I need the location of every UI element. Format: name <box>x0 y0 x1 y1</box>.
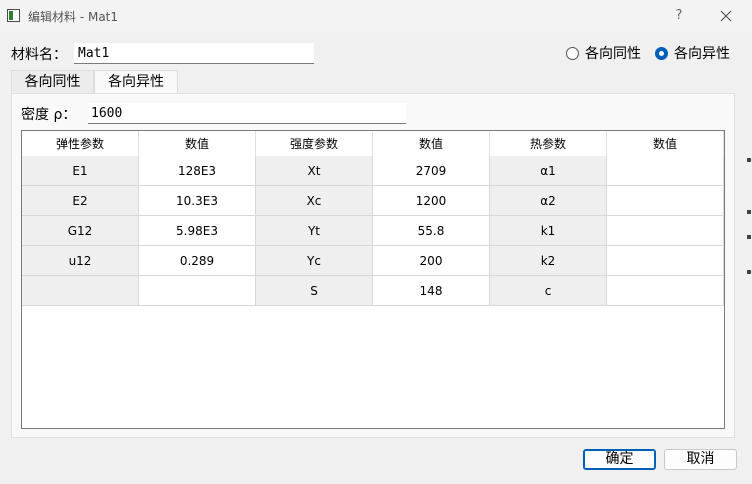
radio-circle[interactable] <box>566 46 579 60</box>
param-name-cell[interactable] <box>22 276 139 306</box>
param-name-cell[interactable]: Xt <box>256 156 373 186</box>
param-value-cell[interactable]: 2709 <box>373 156 490 186</box>
param-name-cell[interactable]: E1 <box>22 156 139 186</box>
radio-label: 各向同性 <box>585 46 641 62</box>
param-name-cell[interactable]: S <box>256 276 373 306</box>
close-icon <box>720 10 732 22</box>
param-name-cell[interactable]: α2 <box>490 186 607 216</box>
param-name-cell[interactable]: u12 <box>22 246 139 276</box>
radio-isotropic[interactable]: 各向同性 <box>566 44 641 62</box>
param-value-cell[interactable] <box>139 276 256 306</box>
param-name-cell[interactable]: c <box>490 276 607 306</box>
edge-marker <box>747 270 751 274</box>
column-header[interactable]: 强度参数 <box>256 131 373 157</box>
param-value-cell[interactable]: 200 <box>373 246 490 276</box>
param-value-cell[interactable] <box>607 246 724 276</box>
column-header[interactable]: 弹性参数 <box>22 131 139 157</box>
tab-anisotropic[interactable]: 各向异性 <box>94 70 178 94</box>
density-input[interactable] <box>88 103 406 124</box>
material-name-input[interactable] <box>74 43 314 64</box>
radio-circle[interactable] <box>655 46 668 60</box>
param-value-cell[interactable]: 10.3E3 <box>139 186 256 216</box>
param-name-cell[interactable]: Yt <box>256 216 373 246</box>
density-label: 密度 ρ： <box>21 107 77 123</box>
param-value-cell[interactable]: 128E3 <box>139 156 256 186</box>
column-header[interactable]: 数值 <box>139 131 256 157</box>
param-name-cell[interactable]: k2 <box>490 246 607 276</box>
param-value-cell[interactable]: 148 <box>373 276 490 306</box>
param-value-cell[interactable]: 5.98E3 <box>139 216 256 246</box>
column-header[interactable]: 热参数 <box>490 131 607 157</box>
param-name-cell[interactable]: Xc <box>256 186 373 216</box>
param-value-cell[interactable] <box>607 216 724 246</box>
ok-button[interactable]: 确定 <box>583 449 656 470</box>
tab-isotropic[interactable]: 各向同性 <box>11 70 94 93</box>
cancel-button[interactable]: 取消 <box>664 449 737 470</box>
title-bar: 编辑材料 - Mat1 ? <box>0 0 752 32</box>
param-value-cell[interactable]: 0.289 <box>139 246 256 276</box>
param-value-cell[interactable] <box>607 276 724 306</box>
param-name-cell[interactable]: α1 <box>490 156 607 186</box>
radio-label: 各向异性 <box>674 46 730 62</box>
material-name-label: 材料名： <box>11 47 67 63</box>
background-window-edge <box>744 120 752 310</box>
edge-marker <box>747 235 751 239</box>
column-header[interactable]: 数值 <box>373 131 490 157</box>
column-header[interactable]: 数值 <box>607 131 724 157</box>
param-value-cell[interactable] <box>607 156 724 186</box>
param-value-cell[interactable]: 1200 <box>373 186 490 216</box>
edge-marker <box>747 158 751 162</box>
close-button[interactable] <box>711 4 741 28</box>
param-value-cell[interactable] <box>607 186 724 216</box>
param-name-cell[interactable]: k1 <box>490 216 607 246</box>
param-name-cell[interactable]: G12 <box>22 216 139 246</box>
parameter-table[interactable]: 弹性参数 数值 强度参数 数值 热参数 数值 E1 128E3 Xt 2709 α1 E2 10.3E3… <box>21 130 725 429</box>
param-value-cell[interactable]: 55.8 <box>373 216 490 246</box>
param-name-cell[interactable]: Yc <box>256 246 373 276</box>
edge-marker <box>747 210 751 214</box>
app-icon <box>7 9 20 22</box>
help-button[interactable]: ? <box>664 4 694 28</box>
window-title: 编辑材料 - Mat1 <box>28 10 119 24</box>
radio-anisotropic[interactable]: 各向异性 <box>655 44 730 62</box>
param-name-cell[interactable]: E2 <box>22 186 139 216</box>
